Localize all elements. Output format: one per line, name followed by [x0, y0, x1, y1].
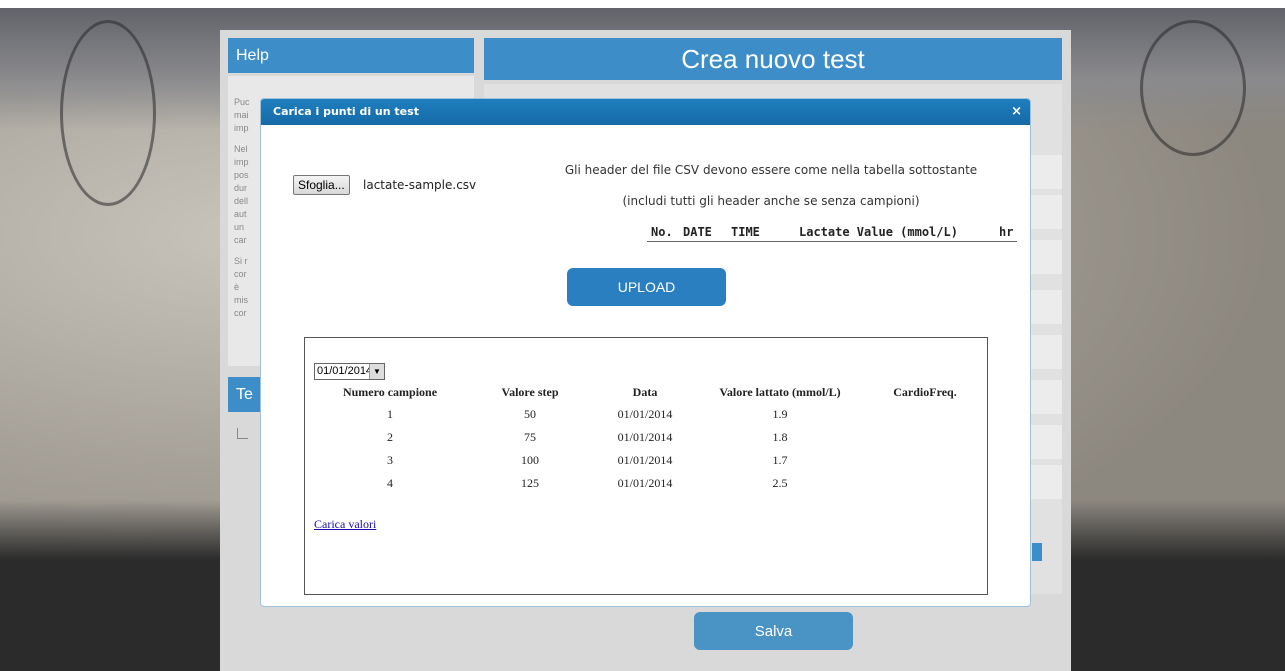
help-text: cor	[234, 308, 247, 318]
cell-heart-rate	[865, 426, 985, 449]
table-row: 1 50 01/01/2014 1.9	[315, 403, 985, 426]
csv-header-example: No. DATE TIME Lactate Value (mmol/L) hr	[647, 221, 1017, 242]
column-header: Data	[632, 384, 658, 399]
cell-lactate-value: 1.7	[772, 453, 788, 467]
cell-heart-rate	[865, 449, 985, 472]
help-text: cor	[234, 269, 247, 279]
help-text: mai	[234, 110, 249, 120]
help-text: Nel	[234, 144, 248, 154]
cell-date: 01/01/2014	[617, 476, 673, 490]
cell-sample-number: 4	[387, 476, 393, 490]
cell-sample-number: 2	[387, 430, 393, 444]
browse-button[interactable]: Sfoglia...	[293, 175, 350, 195]
help-text: è	[234, 282, 240, 292]
cell-step-value: 50	[524, 407, 536, 421]
csv-header-hr: hr	[999, 225, 1014, 239]
csv-header-lactate: Lactate Value (mmol/L)	[799, 225, 958, 239]
cell-step-value: 75	[524, 430, 536, 444]
cell-date: 01/01/2014	[617, 430, 673, 444]
selected-file-name: lactate-sample.csv	[363, 178, 477, 192]
date-select[interactable]: 01/01/2014 ▼	[314, 363, 385, 380]
form-cell	[1028, 240, 1062, 274]
load-values-link[interactable]: Carica valori	[314, 517, 376, 532]
tree-connector	[237, 428, 248, 439]
cell-date: 01/01/2014	[617, 407, 673, 421]
cell-heart-rate	[865, 403, 985, 426]
cell-lactate-value: 2.5	[772, 476, 788, 490]
cell-step-value: 100	[521, 453, 539, 467]
form-cell	[1028, 465, 1062, 499]
dialog-header: Carica i punti di un test ×	[261, 99, 1030, 125]
help-text: Si r	[234, 256, 248, 266]
close-icon[interactable]: ×	[1011, 99, 1022, 125]
date-select-value: 01/01/2014	[317, 365, 373, 377]
form-cell	[1028, 425, 1062, 459]
form-cell	[1028, 155, 1062, 189]
cell-sample-number: 1	[387, 407, 393, 421]
cell-sample-number: 3	[387, 453, 393, 467]
cell-date: 01/01/2014	[617, 453, 673, 467]
bicycle-wheel-right	[1140, 20, 1246, 156]
chevron-down-icon[interactable]: ▼	[369, 364, 384, 379]
help-text: imp	[234, 123, 249, 133]
table-row: 2 75 01/01/2014 1.8	[315, 426, 985, 449]
help-text: aut	[234, 209, 247, 219]
top-strip	[0, 0, 1285, 8]
help-text: mis	[234, 295, 248, 305]
help-text: Puc	[234, 97, 250, 107]
form-cell	[1028, 335, 1062, 369]
help-text: car	[234, 235, 247, 245]
dialog-title: Carica i punti di un test	[273, 105, 419, 118]
csv-header-time: TIME	[731, 225, 760, 239]
table-header-row: Numero campione Valore step Data Valore …	[315, 381, 985, 403]
help-text: pos	[234, 170, 249, 180]
table-row: 4 125 01/01/2014 2.5	[315, 472, 985, 495]
page-title: Crea nuovo test	[484, 38, 1062, 80]
csv-hint-line1: Gli header del file CSV devono essere co…	[564, 163, 978, 177]
cell-lactate-value: 1.8	[772, 430, 788, 444]
help-text: imp	[234, 157, 249, 167]
csv-header-date: DATE	[683, 225, 712, 239]
column-header: Valore lattato (mmol/L)	[719, 384, 841, 399]
help-text: dell	[234, 196, 249, 206]
help-panel-title: Help	[228, 38, 474, 73]
csv-header-no: No.	[651, 225, 673, 239]
samples-table: Numero campione Valore step Data Valore …	[315, 381, 985, 495]
bicycle-wheel-left	[60, 20, 156, 206]
column-header: Numero campione	[342, 384, 438, 399]
cell-step-value: 125	[521, 476, 539, 490]
column-header: CardioFreq.	[893, 384, 957, 399]
upload-dialog: Carica i punti di un test × Sfoglia... l…	[260, 98, 1031, 607]
form-cell	[1028, 195, 1062, 229]
table-row: 3 100 01/01/2014 1.7	[315, 449, 985, 472]
cell-lactate-value: 1.9	[772, 407, 788, 421]
save-button[interactable]: Salva	[694, 612, 853, 650]
form-tab-marker	[1032, 543, 1042, 561]
cell-heart-rate	[865, 472, 985, 495]
form-cell	[1028, 290, 1062, 324]
form-cell	[1028, 380, 1062, 414]
column-header: Valore step	[501, 384, 559, 399]
help-text: dur	[234, 183, 248, 193]
samples-panel: 01/01/2014 ▼ Numero campione Valore step…	[304, 337, 988, 595]
upload-button[interactable]: UPLOAD	[567, 268, 726, 306]
help-text: un	[234, 222, 245, 232]
csv-hint-line2: (includi tutti gli header anche se senza…	[622, 194, 920, 208]
